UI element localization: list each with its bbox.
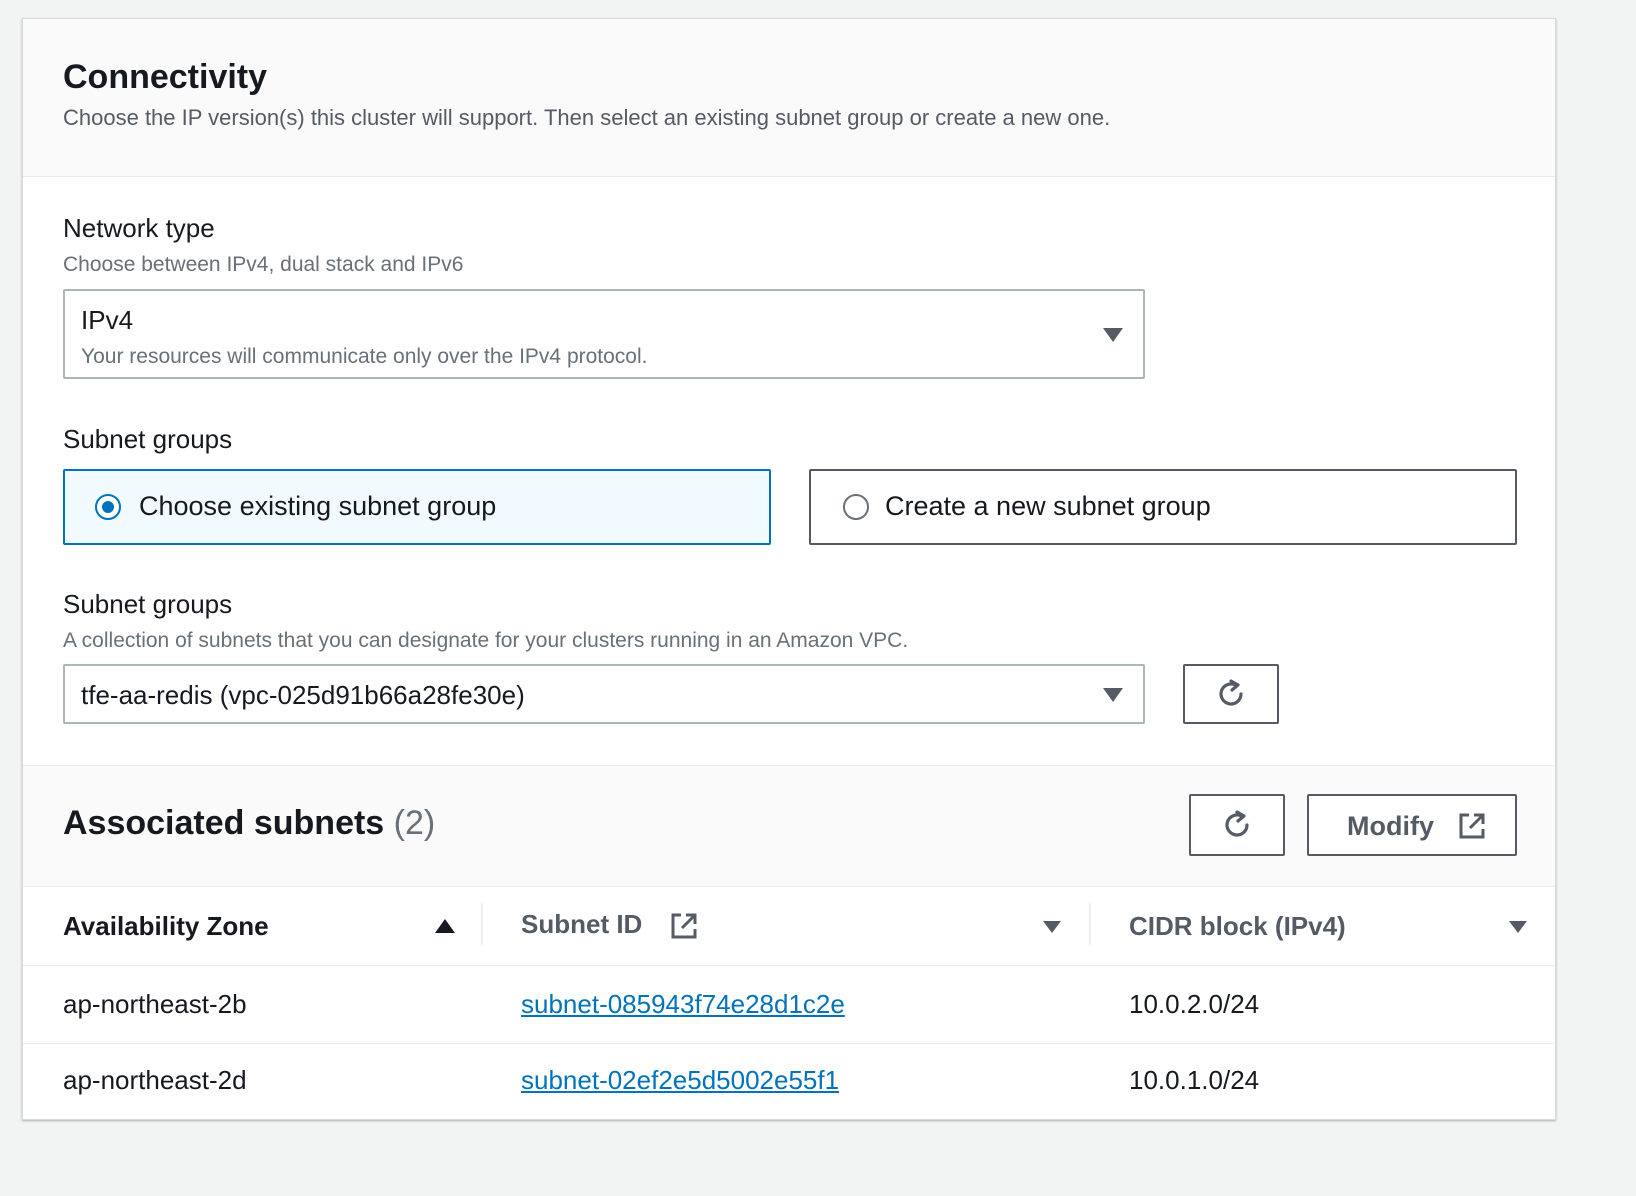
modify-button-label: Modify — [1347, 811, 1434, 841]
refresh-subnets-button[interactable] — [1189, 794, 1285, 856]
associated-subnets-count: (2) — [393, 804, 436, 842]
column-divider[interactable] — [481, 903, 483, 945]
subnet-groups-label: Subnet groups — [63, 589, 233, 619]
cell-availability-zone: ap-northeast-2b — [63, 989, 247, 1019]
network-type-select[interactable]: IPv4 Your resources will communicate onl… — [63, 289, 1145, 379]
cell-cidr-block: 10.0.1.0/24 — [1129, 1065, 1260, 1095]
subnet-group-choice-label: Subnet groups — [63, 424, 233, 454]
create-new-subnet-group-label: Create a new subnet group — [885, 491, 1211, 521]
network-type-label: Network type — [63, 213, 215, 243]
modify-button[interactable]: Modify — [1307, 794, 1517, 856]
sort-icon[interactable] — [1509, 921, 1527, 933]
column-header-cidr-block[interactable]: CIDR block (IPv4) — [1129, 911, 1346, 942]
column-header-subnet-id[interactable]: Subnet ID — [521, 909, 642, 940]
external-link-icon — [1459, 813, 1485, 839]
create-new-subnet-group-tile[interactable]: Create a new subnet group — [809, 469, 1517, 545]
connectivity-panel: Connectivity Choose the IP version(s) th… — [22, 18, 1556, 1120]
radio-unselected-icon[interactable] — [843, 494, 869, 520]
associated-subnets-header: Associated subnets (2) Modify — [23, 765, 1555, 887]
caret-down-icon — [1103, 688, 1123, 702]
subnet-id-link[interactable]: subnet-085943f74e28d1c2e — [521, 989, 845, 1020]
radio-selected-icon[interactable] — [95, 494, 121, 520]
refresh-icon — [1219, 679, 1243, 706]
network-type-value: IPv4 — [81, 305, 134, 335]
sort-ascending-icon[interactable] — [435, 919, 455, 933]
panel-description: Choose the IP version(s) this cluster wi… — [63, 105, 1111, 130]
external-link-icon[interactable] — [669, 911, 699, 941]
associated-subnets-title-text: Associated subnets — [63, 804, 385, 842]
panel-title: Connectivity — [63, 58, 268, 96]
subnet-id-link[interactable]: subnet-02ef2e5d5002e55f1 — [521, 1065, 839, 1096]
network-type-value-description: Your resources will communicate only ove… — [81, 345, 648, 368]
cell-availability-zone: ap-northeast-2d — [63, 1065, 247, 1095]
sort-icon[interactable] — [1043, 921, 1061, 933]
choose-existing-subnet-group-label: Choose existing subnet group — [139, 491, 497, 521]
network-type-description: Choose between IPv4, dual stack and IPv6 — [63, 253, 464, 276]
caret-down-icon — [1103, 328, 1123, 342]
subnet-groups-select[interactable]: tfe-aa-redis (vpc-025d91b66a28fe30e) — [63, 664, 1145, 724]
table-divider — [23, 1043, 1555, 1044]
refresh-subnet-groups-button[interactable] — [1183, 664, 1279, 724]
refresh-icon — [1225, 810, 1249, 837]
column-divider[interactable] — [1089, 903, 1091, 945]
associated-subnets-title: Associated subnets (2) — [63, 804, 435, 843]
panel-header: Connectivity Choose the IP version(s) th… — [23, 19, 1555, 177]
subnet-groups-description: A collection of subnets that you can des… — [63, 629, 909, 652]
column-header-availability-zone[interactable]: Availability Zone — [63, 911, 269, 942]
table-divider — [23, 965, 1555, 966]
subnet-groups-value: tfe-aa-redis (vpc-025d91b66a28fe30e) — [81, 680, 525, 710]
cell-cidr-block: 10.0.2.0/24 — [1129, 989, 1260, 1019]
choose-existing-subnet-group-tile[interactable]: Choose existing subnet group — [63, 469, 771, 545]
